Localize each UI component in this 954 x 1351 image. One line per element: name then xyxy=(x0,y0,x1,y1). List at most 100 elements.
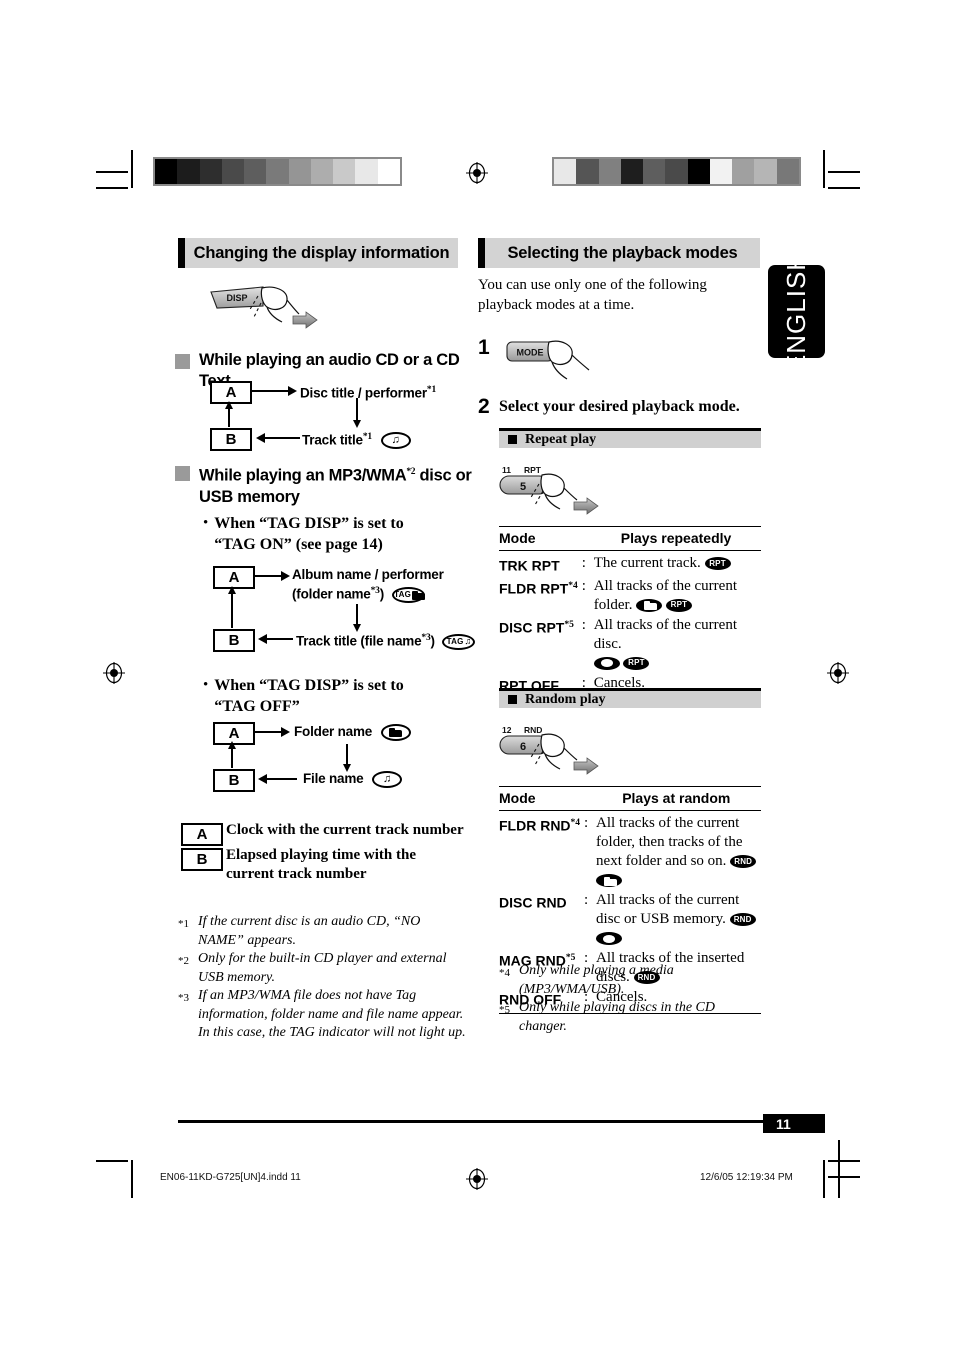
flow3-line-down xyxy=(346,744,348,766)
repeat-row-desc-text: All tracks of the current disc. xyxy=(593,616,737,652)
random-row-mode-text: FLDR RND xyxy=(499,817,571,834)
bullet-square-icon xyxy=(175,466,190,481)
crop-mark-bl-v xyxy=(131,1160,133,1198)
flow2-label-top-footnote: *3 xyxy=(370,586,380,596)
repeat-row-desc-text: The current track. xyxy=(593,555,701,571)
section-heading-display-info: Changing the display information xyxy=(178,238,458,268)
flow2-label-bottom-footnote: *3 xyxy=(421,633,431,643)
svg-text:12: 12 xyxy=(502,725,512,735)
table-row: FLDR RND*4 : All tracks of the current f… xyxy=(499,814,761,891)
color-swatch-9 xyxy=(754,159,777,184)
color-swatch-3 xyxy=(620,159,644,184)
flow1-arrow-left xyxy=(256,433,265,443)
crop-mark-tl-h2 xyxy=(96,187,128,189)
subheading-mp3-wma-label: While playing an MP3/WMA*2 disc or USB m… xyxy=(199,462,472,508)
flow2-arrow-up xyxy=(227,586,236,594)
repeat-row-mode-fn: *4 xyxy=(568,580,578,591)
footnote-mark: *4 xyxy=(499,967,510,979)
repeat-row-mode: DISC RPT*5 xyxy=(499,616,582,674)
repeat-play-bar-label: Repeat play xyxy=(525,431,597,447)
repeat-row-mode-fn: *5 xyxy=(564,619,574,630)
table-rule-head xyxy=(499,810,761,811)
color-swatch-9 xyxy=(355,159,378,184)
legend-a-text: Clock with the current track number xyxy=(226,822,464,838)
footnote-text: Only for the built-in CD player and exte… xyxy=(198,951,447,985)
bullet-tag-off-text: When “TAG DISP” is set to “TAG OFF” xyxy=(214,675,404,717)
subheading-mp3-line2: USB memory xyxy=(199,487,300,506)
flow1-arrow-right xyxy=(288,386,297,396)
crop-mark-tr-v xyxy=(823,150,825,188)
rnd-icon: RND xyxy=(729,913,756,927)
colon: : xyxy=(581,616,586,633)
random-play-bar: Random play xyxy=(499,688,761,708)
color-swatch-7 xyxy=(310,159,334,184)
flow2-line-a-right xyxy=(253,575,283,577)
bullet-dot: • xyxy=(203,677,209,693)
colon: : xyxy=(584,815,589,831)
mode-button-illustration: MODE xyxy=(505,337,610,385)
svg-text:MODE: MODE xyxy=(517,348,544,358)
crop-mark-side-right xyxy=(838,1140,840,1198)
random-row-desc: All tracks of the current folder, then t… xyxy=(596,814,761,891)
footer-timestamp: 12/6/05 12:19:34 PM xyxy=(700,1172,793,1183)
crop-mark-tl-h xyxy=(96,171,128,173)
folder-icon xyxy=(596,874,623,888)
table-rule-head xyxy=(499,550,761,551)
colon: : xyxy=(581,577,586,594)
flow2-box-b: B xyxy=(213,629,255,652)
disc-icon xyxy=(593,656,620,670)
flow1-label-bottom-text: Track title xyxy=(302,432,363,448)
flow2-label-top-line1: Album name / performer xyxy=(292,567,444,582)
page-number-badge: 11 xyxy=(763,1114,825,1133)
color-swatch-1 xyxy=(576,159,599,184)
flow3-box-a-label: A xyxy=(228,725,240,742)
rpt-icon: RPT xyxy=(704,557,731,571)
registration-mark-left xyxy=(103,662,125,684)
registration-mark-bottom xyxy=(466,1168,488,1190)
random-row-desc-text: All tracks of the current disc or USB me… xyxy=(596,892,740,927)
color-swatch-4 xyxy=(244,159,267,184)
footnote-mark: *1 xyxy=(178,918,189,930)
playback-modes-intro: You can use only one of the following pl… xyxy=(478,277,707,313)
color-calibration-bar-left xyxy=(153,157,402,186)
flow2-box-a-label: A xyxy=(228,569,240,586)
flow2-arrow-left xyxy=(258,634,267,644)
svg-text:11: 11 xyxy=(502,465,511,475)
flow2-box-b-label: B xyxy=(228,632,240,649)
repeat-play-rows: Mode Plays repeatedly TRK RPT : The curr… xyxy=(499,526,761,700)
flow1-label-top: Disc title / performer*1 xyxy=(300,382,436,402)
rnd-icon: RND xyxy=(730,855,757,869)
color-swatch-0 xyxy=(554,159,577,184)
page-number-label: 11 xyxy=(776,1115,791,1132)
disp-button-illustration: DISP xyxy=(205,283,320,333)
table-header-row: Mode Plays repeatedly xyxy=(499,527,761,550)
svg-text:RPT: RPT xyxy=(524,465,542,475)
flow3-label-top-text: Folder name xyxy=(294,724,373,739)
music-note-icon: ♫ xyxy=(380,432,411,450)
registration-mark-top xyxy=(466,162,488,184)
svg-text:RND: RND xyxy=(524,725,542,735)
footnote-item: *2 Only for the built-in CD player and e… xyxy=(178,950,468,987)
repeat-button-illustration: 11 RPT 5 xyxy=(498,462,608,518)
legend-box-b: B xyxy=(181,848,223,871)
flow1-label-top-text: Disc title / performer xyxy=(300,385,427,401)
color-swatch-1 xyxy=(177,159,200,184)
color-swatch-4 xyxy=(643,159,666,184)
legend-box-b-label: B xyxy=(196,851,208,868)
flow1-box-b-label: B xyxy=(225,431,237,448)
footnote-text: Only while playing discs in the CD chang… xyxy=(519,1000,715,1034)
random-row-mode-text: DISC RND xyxy=(499,894,567,911)
color-swatch-0 xyxy=(155,159,178,184)
colon: : xyxy=(581,555,586,571)
bullet-tag-off-line1: When “TAG DISP” is set to xyxy=(214,677,404,694)
bullet-tag-on: • When “TAG DISP” is set to “TAG ON” (se… xyxy=(203,513,463,555)
square-marker-icon xyxy=(508,435,517,444)
flow3-arrow-left xyxy=(258,774,267,784)
repeat-row-mode-text: TRK RPT xyxy=(499,557,560,574)
tag-folder-icon: TAG xyxy=(391,586,426,603)
subheading-mp3-line1: While playing an MP3/WMA xyxy=(199,466,407,485)
flow1-label-bottom: Track title*1 ♫ xyxy=(302,429,411,450)
flow3-box-b-label: B xyxy=(228,772,240,789)
footnote-item: *3 If an MP3/WMA file does not have Tag … xyxy=(178,987,468,1043)
crop-mark-tr-h xyxy=(828,171,860,173)
